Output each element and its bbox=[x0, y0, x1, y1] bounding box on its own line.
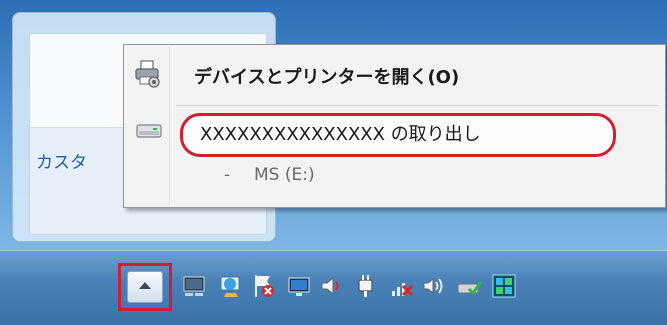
usb-safely-remove-icon[interactable] bbox=[456, 271, 484, 301]
menu-item-dash: - bbox=[224, 165, 231, 185]
network-monitor-icon[interactable] bbox=[285, 271, 313, 301]
volume-icon[interactable] bbox=[420, 271, 448, 301]
menu-item-open-devices-printers[interactable]: デバイスとプリンターを開く(O) bbox=[124, 51, 665, 101]
network-display-icon[interactable] bbox=[181, 271, 209, 301]
printer-icon bbox=[134, 59, 162, 89]
drive-icon bbox=[136, 121, 162, 141]
menu-item-label: デバイスとプリンターを開く(O) bbox=[194, 67, 460, 88]
menu-item-drive-ms[interactable]: - MS (E:) bbox=[124, 159, 665, 193]
menu-item-label: MS (E:) bbox=[254, 165, 315, 185]
menu-item-eject-device[interactable]: XXXXXXXXXXXXXXX の取り出し bbox=[124, 111, 665, 157]
taskbar bbox=[0, 250, 667, 325]
action-center-flag-icon[interactable] bbox=[250, 271, 278, 301]
app-grid-icon[interactable] bbox=[490, 271, 518, 301]
menu-separator bbox=[176, 105, 659, 106]
menu-item-label: XXXXXXXXXXXXXXX の取り出し bbox=[200, 124, 481, 145]
chevron-up-icon bbox=[139, 282, 151, 289]
customize-link[interactable]: カスタ bbox=[36, 148, 87, 173]
power-plug-icon[interactable] bbox=[352, 271, 380, 301]
context-menu: デバイスとプリンターを開く(O) XXXXXXXXXXXXXXX の取り出し -… bbox=[123, 44, 666, 208]
show-hidden-icons-button[interactable] bbox=[127, 271, 163, 303]
intel-graphics-icon[interactable] bbox=[217, 271, 245, 301]
speaker-icon[interactable] bbox=[318, 271, 346, 301]
network-disconnected-icon[interactable] bbox=[388, 271, 416, 301]
